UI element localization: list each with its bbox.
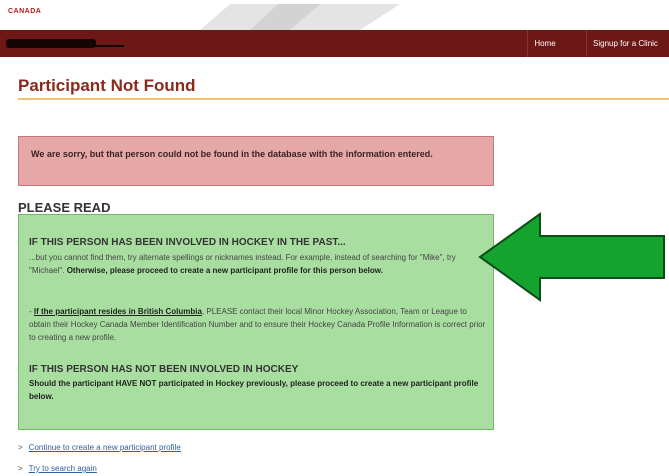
past-involvement-instruction: Otherwise, please proceed to create a ne… <box>66 266 383 275</box>
brand-logo: CANADA <box>8 8 42 15</box>
alert-message: We are sorry, but that person could not … <box>31 149 433 159</box>
main-navbar: Home Signup for a Clinic <box>0 30 669 57</box>
not-involved-text: Should the participant HAVE NOT particip… <box>29 379 479 401</box>
site-logo[interactable] <box>6 39 96 48</box>
logo-underline <box>90 45 124 47</box>
nav-home-link[interactable]: Home <box>527 30 562 57</box>
past-involvement-title: IF THIS PERSON HAS BEEN INVOLVED IN HOCK… <box>29 237 346 248</box>
banner-decoration <box>200 4 400 30</box>
nav-signup-clinic-link[interactable]: Signup for a Clinic <box>586 30 669 57</box>
search-again-link[interactable]: Try to search again <box>29 464 97 473</box>
bc-notice: - If the participant resides in British … <box>29 305 487 344</box>
top-banner: CANADA <box>0 0 669 30</box>
please-read-heading: PLEASE READ <box>18 200 111 215</box>
green-arrow-icon <box>478 212 665 302</box>
search-again-row: > Try to search again <box>18 464 97 473</box>
not-involved-title: IF THIS PERSON HAS NOT BEEN INVOLVED IN … <box>29 364 299 375</box>
page-title: Participant Not Found <box>18 76 196 95</box>
create-profile-row: > Continue to create a new participant pr… <box>18 443 181 452</box>
bc-residence-link[interactable]: If the participant resides in British Co… <box>34 307 202 316</box>
past-involvement-text: ...but you cannot find them, try alterna… <box>29 251 487 277</box>
bullet-icon: > <box>18 443 23 452</box>
not-found-alert: We are sorry, but that person could not … <box>18 136 494 186</box>
bullet-icon: > <box>18 464 23 473</box>
please-read-box: IF THIS PERSON HAS BEEN INVOLVED IN HOCK… <box>18 214 494 430</box>
title-divider <box>18 98 669 100</box>
create-profile-link[interactable]: Continue to create a new participant pro… <box>29 443 181 452</box>
